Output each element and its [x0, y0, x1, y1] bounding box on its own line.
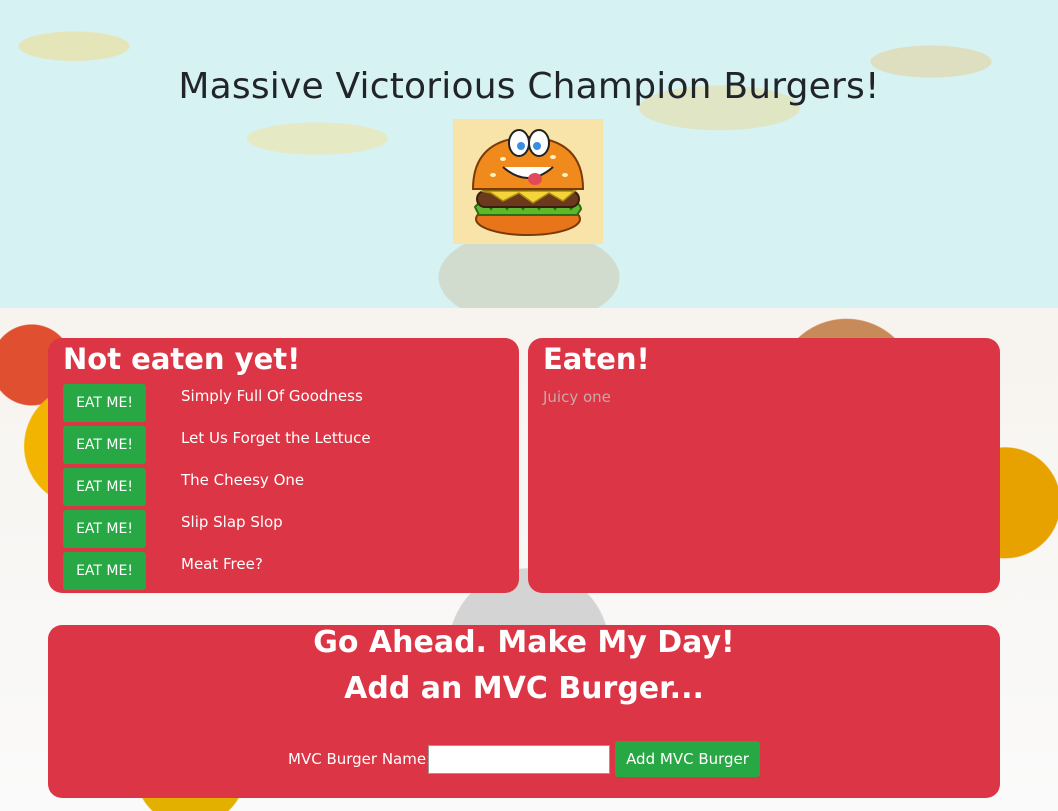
add-burger-heading-1: Go Ahead. Make My Day! [313, 625, 735, 660]
burger-row: EAT ME! Slip Slap Slop [63, 510, 503, 548]
burger-row: EAT ME! Meat Free? [63, 552, 503, 590]
eat-me-button[interactable]: EAT ME! [63, 384, 146, 422]
burger-name-label: MVC Burger Name: [288, 750, 432, 768]
burger-mascot-svg [471, 129, 585, 236]
not-eaten-panel: Not eaten yet! EAT ME! Simply Full Of Go… [48, 338, 519, 593]
eat-me-button[interactable]: EAT ME! [63, 552, 146, 590]
burger-name: The Cheesy One [181, 471, 305, 489]
eat-me-button[interactable]: EAT ME! [63, 426, 146, 464]
page-title: Massive Victorious Champion Burgers! [178, 66, 880, 107]
add-burger-button[interactable]: Add MVC Burger [615, 741, 760, 777]
eaten-title: Eaten! [543, 342, 650, 376]
burger-name: Simply Full Of Goodness [181, 387, 363, 405]
add-burger-heading-2: Add an MVC Burger... [344, 671, 704, 706]
add-burger-panel: Go Ahead. Make My Day! Add an MVC Burger… [48, 625, 1000, 798]
eat-me-button[interactable]: EAT ME! [63, 468, 146, 506]
burger-row: EAT ME! Simply Full Of Goodness [63, 384, 503, 422]
burger-name: Meat Free? [181, 555, 263, 573]
eaten-panel: Eaten! Juicy one [528, 338, 1000, 593]
not-eaten-title: Not eaten yet! [63, 342, 301, 376]
eaten-burger-name: Juicy one [543, 388, 611, 406]
burger-row: EAT ME! Let Us Forget the Lettuce [63, 426, 503, 464]
burger-mascot-icon [453, 119, 603, 244]
burger-row: EAT ME! The Cheesy One [63, 468, 503, 506]
burger-name: Let Us Forget the Lettuce [181, 429, 371, 447]
eat-me-button[interactable]: EAT ME! [63, 510, 146, 548]
burger-name: Slip Slap Slop [181, 513, 283, 531]
burger-name-input[interactable] [428, 745, 610, 774]
